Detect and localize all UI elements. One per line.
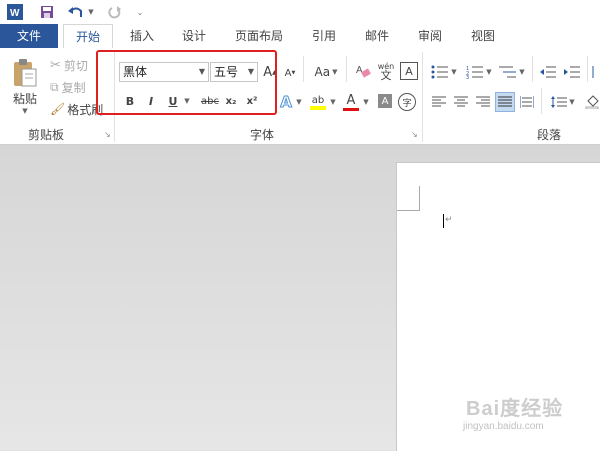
clipboard-launcher-icon[interactable]: ↘ bbox=[104, 130, 111, 139]
justify-icon bbox=[498, 96, 512, 107]
align-right-button[interactable] bbox=[474, 93, 492, 111]
tab-design[interactable]: 设计 bbox=[174, 24, 214, 48]
align-center-icon bbox=[454, 96, 468, 107]
distributed-icon bbox=[520, 96, 534, 108]
paragraph-shading-button[interactable] bbox=[584, 93, 600, 111]
increase-indent-button[interactable] bbox=[562, 62, 582, 82]
margin-corner-mark bbox=[397, 210, 420, 211]
highlight-dropdown-icon[interactable]: ▼ bbox=[329, 96, 337, 108]
numbering-icon: 123 bbox=[466, 66, 484, 79]
paintbrush-icon: 🖌 bbox=[50, 102, 66, 116]
font-divider bbox=[303, 56, 304, 82]
shrink-font-icon: A bbox=[284, 67, 292, 79]
align-left-button[interactable] bbox=[430, 93, 448, 111]
paragraph-group-label: 段落 bbox=[537, 128, 562, 142]
line-spacing-icon bbox=[551, 96, 568, 108]
font-group-label: 字体 bbox=[250, 128, 275, 142]
numbering-button[interactable]: 123 ▼ bbox=[465, 62, 493, 82]
customize-icon[interactable]: ⌄ bbox=[134, 3, 146, 21]
paste-dropdown-icon[interactable]: ▼ bbox=[20, 106, 30, 116]
quick-access-toolbar: W ▼ ⌄ bbox=[0, 0, 600, 24]
paragraph-divider bbox=[587, 56, 588, 82]
word-icon[interactable]: W bbox=[6, 3, 24, 21]
decrease-indent-icon bbox=[540, 66, 556, 78]
scissors-icon: ✂ bbox=[50, 57, 61, 73]
phonetic-guide-button[interactable]: wén 文 bbox=[375, 60, 397, 82]
copy-label: 复制 bbox=[61, 80, 86, 95]
cut-label: 剪切 bbox=[63, 58, 88, 73]
distributed-button[interactable] bbox=[518, 93, 536, 111]
text-cursor bbox=[443, 214, 444, 228]
paragraph-mark-icon: ↵ bbox=[445, 215, 453, 225]
shrink-font-button[interactable]: A ▼ bbox=[283, 64, 297, 82]
change-case-icon: Aa bbox=[314, 65, 331, 79]
svg-text:A: A bbox=[356, 65, 363, 76]
tab-file[interactable]: 文件 bbox=[0, 24, 58, 48]
highlight-button[interactable]: ab bbox=[308, 91, 328, 113]
undo-icon[interactable] bbox=[66, 3, 86, 21]
phonetic-char: 文 bbox=[380, 69, 392, 82]
tab-home[interactable]: 开始 bbox=[63, 24, 113, 50]
paste-button[interactable]: 粘贴 bbox=[8, 89, 42, 107]
align-right-icon bbox=[476, 96, 490, 107]
highlighter-icon: ab bbox=[311, 94, 325, 106]
watermark-url: jingyan.baidu.com bbox=[463, 421, 544, 432]
font-color-bar bbox=[343, 107, 359, 111]
decrease-indent-button[interactable] bbox=[538, 62, 558, 82]
ribbon-tabs: 文件 开始 插入 设计 页面布局 引用 邮件 审阅 视图 bbox=[0, 24, 600, 50]
font-color-dropdown-icon[interactable]: ▼ bbox=[362, 96, 370, 108]
watermark-logo: Bai度经验 bbox=[466, 398, 564, 420]
paragraph-divider bbox=[541, 88, 542, 114]
align-left-icon bbox=[432, 96, 446, 107]
font-color-icon: A bbox=[346, 92, 356, 108]
save-icon[interactable] bbox=[38, 3, 56, 21]
clipboard-group-label: 剪贴板 bbox=[28, 128, 65, 142]
paragraph-divider bbox=[532, 56, 533, 82]
character-border-button[interactable]: A bbox=[400, 62, 418, 80]
group-divider bbox=[422, 52, 423, 142]
undo-dropdown-icon[interactable]: ▼ bbox=[86, 3, 96, 21]
copy-button[interactable]: ⧉ 复制 bbox=[50, 78, 96, 96]
font-divider bbox=[346, 56, 347, 82]
sort-icon bbox=[592, 66, 594, 78]
clear-formatting-button[interactable]: A bbox=[354, 60, 372, 82]
margin-corner-mark bbox=[419, 186, 420, 210]
bullets-button[interactable]: ▼ bbox=[430, 62, 458, 82]
change-case-button[interactable]: Aa ▼ bbox=[311, 62, 341, 82]
font-launcher-icon[interactable]: ↘ bbox=[411, 130, 418, 139]
tab-view[interactable]: 视图 bbox=[463, 24, 503, 48]
tab-references[interactable]: 引用 bbox=[304, 24, 344, 48]
paint-bucket-icon bbox=[585, 95, 599, 109]
eraser-icon: A bbox=[356, 65, 371, 78]
tab-mailings[interactable]: 邮件 bbox=[357, 24, 397, 48]
multilevel-list-button[interactable]: ▼ bbox=[498, 62, 526, 82]
text-effects-button[interactable]: A bbox=[278, 92, 294, 112]
enclose-characters-button[interactable]: 字 bbox=[398, 93, 416, 111]
character-shading-button[interactable]: A bbox=[378, 94, 392, 108]
bullets-icon bbox=[431, 65, 449, 79]
line-spacing-button[interactable]: ▼ bbox=[548, 93, 578, 111]
align-center-button[interactable] bbox=[452, 93, 470, 111]
svg-text:3: 3 bbox=[466, 75, 469, 79]
cut-button[interactable]: ✂ 剪切 bbox=[50, 56, 96, 74]
increase-indent-icon bbox=[564, 66, 580, 78]
ribbon: 粘贴 ▼ ✂ 剪切 ⧉ 复制 🖌 格式刷 剪贴板 ↘ 黑体 ▼ 五号 ▼ A ▲ … bbox=[0, 48, 600, 145]
copy-icon: ⧉ bbox=[50, 79, 59, 94]
highlight-color-bar bbox=[310, 105, 326, 110]
multilevel-list-icon bbox=[499, 66, 517, 78]
tab-review[interactable]: 审阅 bbox=[410, 24, 450, 48]
tab-page-layout[interactable]: 页面布局 bbox=[228, 24, 290, 48]
text-effects-dropdown-icon[interactable]: ▼ bbox=[295, 96, 303, 108]
annotation-highlight-box bbox=[96, 50, 277, 115]
justify-button[interactable] bbox=[495, 92, 515, 112]
clipboard-paste-icon[interactable] bbox=[8, 56, 40, 90]
sort-button[interactable] bbox=[591, 62, 600, 82]
svg-text:W: W bbox=[10, 8, 20, 19]
redo-icon[interactable] bbox=[106, 3, 124, 21]
tab-insert[interactable]: 插入 bbox=[122, 24, 162, 48]
font-color-button[interactable]: A bbox=[341, 91, 361, 113]
